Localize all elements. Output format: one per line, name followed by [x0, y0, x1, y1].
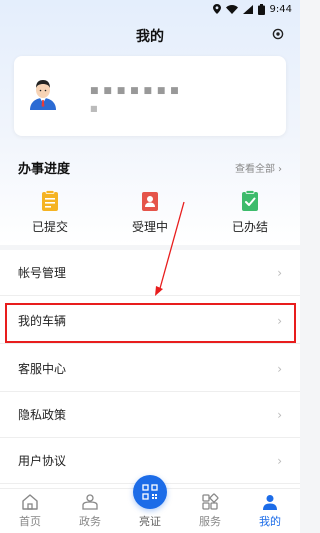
qr-code-icon: [142, 484, 158, 500]
chevron-right-icon: ›: [277, 453, 282, 468]
profile-icon: [263, 495, 277, 510]
services-icon: [202, 493, 219, 510]
tab-label: 服务: [199, 515, 221, 528]
menu-item-label: 客服中心: [18, 362, 67, 376]
avatar: [30, 80, 56, 110]
settings-icon[interactable]: [272, 28, 284, 40]
location-icon: [212, 4, 221, 14]
profile-subtitle: ■: [90, 104, 98, 113]
wifi-icon: [225, 4, 238, 14]
tab-label: 首页: [19, 515, 41, 528]
progress-label: 已提交: [31, 220, 68, 234]
tab-government[interactable]: 政务: [60, 489, 120, 533]
menu-item-label: 帐号管理: [18, 266, 67, 280]
chevron-right-icon: ›: [277, 361, 282, 376]
tab-services[interactable]: 服务: [180, 489, 240, 533]
view-all-label: 查看全部: [235, 164, 275, 175]
tab-label: 政务: [79, 515, 101, 528]
menu-item-customer-service[interactable]: 客服中心 ›: [0, 346, 300, 392]
progress-item-completed[interactable]: 已办结: [210, 190, 290, 240]
status-bar: 9:44: [0, 0, 300, 18]
tab-label: 我的: [259, 515, 281, 528]
annotation-arrow: [155, 201, 185, 296]
view-all-link[interactable]: 查看全部 ›: [235, 160, 282, 175]
battery-icon: [257, 3, 265, 15]
chevron-right-icon: ›: [277, 407, 282, 422]
status-time: 9:44: [269, 3, 292, 15]
chevron-right-icon: ›: [277, 265, 282, 280]
tab-home[interactable]: 首页: [0, 489, 60, 533]
menu-item-label: 隐私政策: [18, 408, 67, 422]
tab-show-license[interactable]: 亮证: [120, 475, 180, 533]
qr-code-button[interactable]: [133, 475, 167, 509]
tab-profile[interactable]: 我的: [240, 489, 300, 533]
menu-item-label: 我的车辆: [18, 314, 67, 328]
menu-item-my-vehicles[interactable]: 我的车辆 ›: [0, 298, 300, 344]
chevron-right-icon: ›: [278, 164, 282, 175]
profile-name: ■ ■ ■ ■ ■ ■ ■: [90, 86, 180, 96]
progress-label: 已办结: [231, 220, 268, 234]
menu-item-label: 用户协议: [18, 454, 67, 468]
tab-label: 亮证: [139, 515, 161, 528]
home-icon: [22, 494, 38, 510]
progress-title: 办事进度: [18, 162, 71, 177]
government-icon: [82, 494, 98, 510]
chevron-right-icon: ›: [277, 313, 282, 328]
completed-icon: [242, 190, 258, 211]
profile-card[interactable]: ■ ■ ■ ■ ■ ■ ■ ■: [14, 56, 286, 136]
bottom-tab-bar: 首页 政务 亮证 服务 我的: [0, 475, 300, 533]
submitted-icon: [42, 190, 58, 211]
menu-item-privacy-policy[interactable]: 隐私政策 ›: [0, 392, 300, 438]
page-title: 我的: [136, 29, 164, 45]
progress-item-submitted[interactable]: 已提交: [10, 190, 90, 240]
signal-icon: [242, 4, 253, 14]
